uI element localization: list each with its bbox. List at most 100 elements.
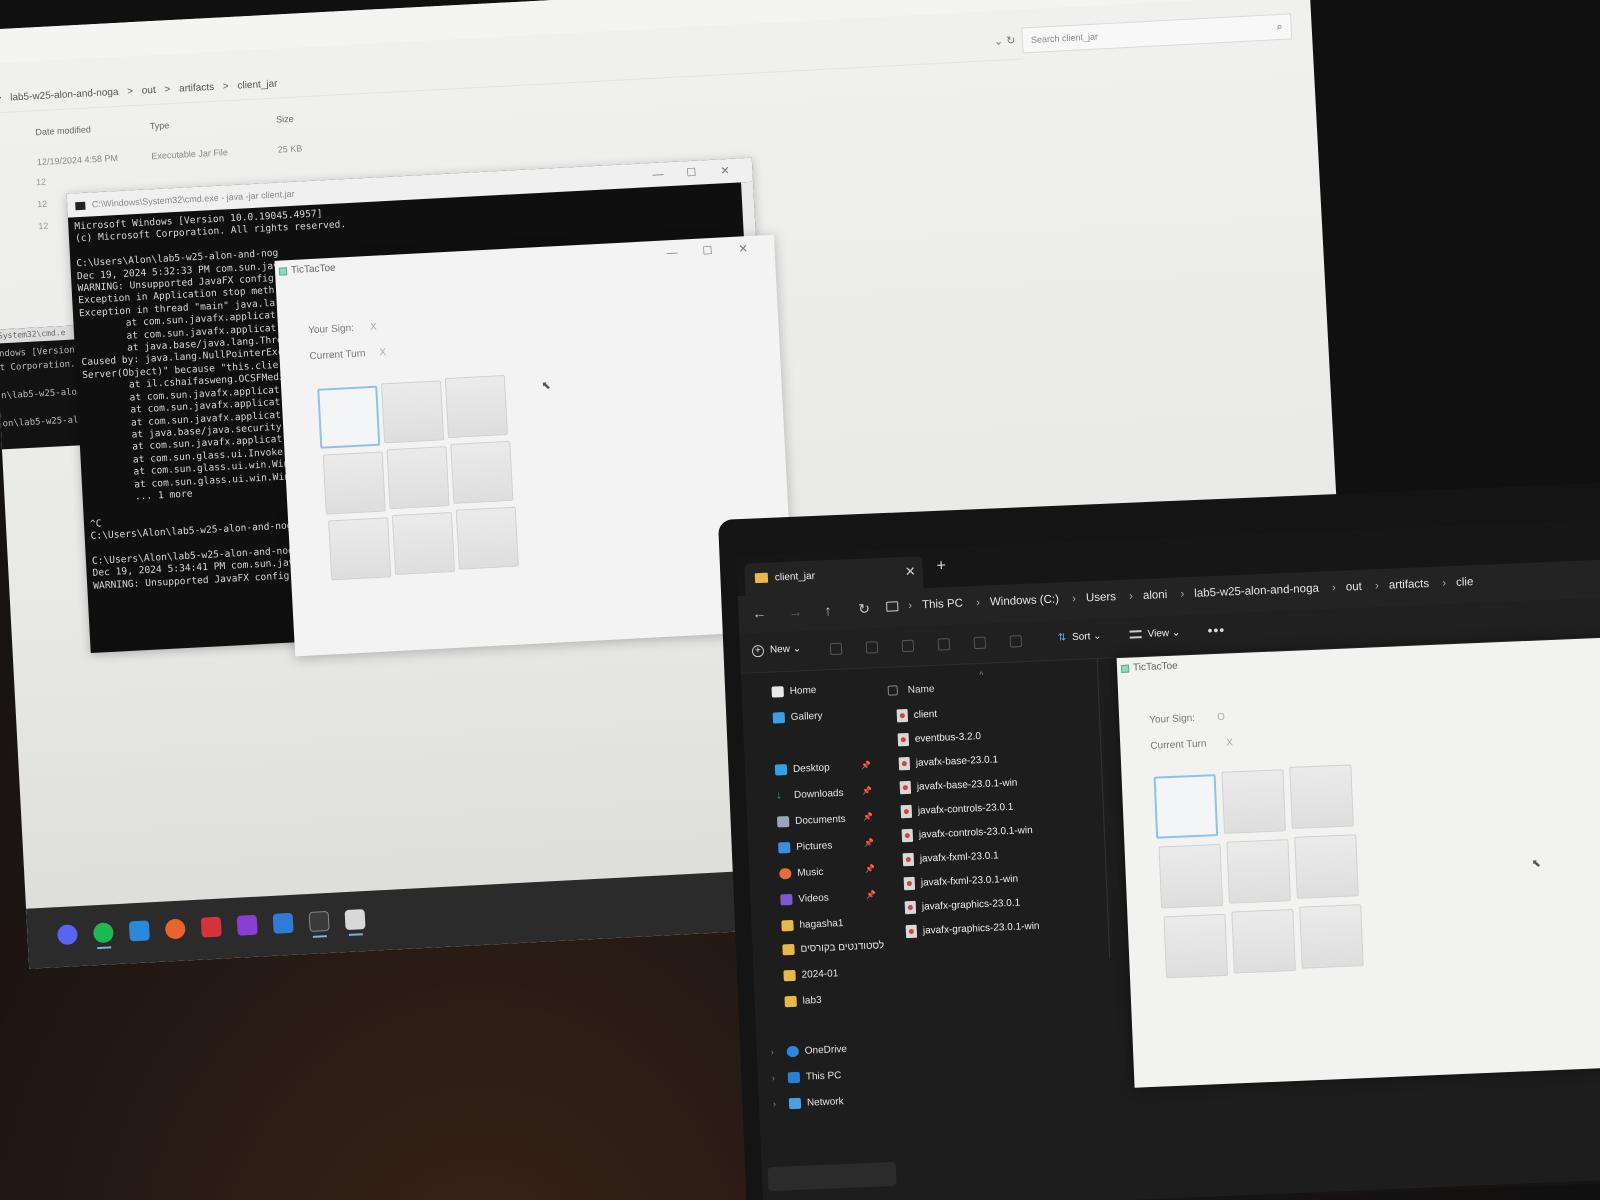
pin-icon[interactable]: 📌 — [861, 761, 871, 770]
board-cell[interactable] — [1289, 764, 1354, 829]
forward-icon[interactable]: → — [788, 603, 803, 620]
breadcrumb-item[interactable]: This PC — [922, 598, 963, 612]
breadcrumb-item[interactable]: Windows (C:) — [990, 594, 1059, 609]
column-type[interactable]: Type — [150, 115, 274, 131]
column-name-header[interactable]: Name — [887, 684, 935, 697]
expand-chevron-icon[interactable]: › — [773, 1099, 776, 1109]
file-row[interactable]: client — [896, 708, 938, 723]
spotify-icon[interactable] — [92, 922, 114, 944]
file-row[interactable]: javafx-graphics-23.0.1 — [904, 896, 1021, 915]
back-icon[interactable]: ← — [752, 605, 767, 622]
sidebar-item-gallery[interactable]: Gallery — [772, 711, 823, 724]
more-options-button[interactable]: ••• — [1207, 622, 1225, 639]
board-cell[interactable] — [1163, 913, 1229, 979]
maximize-button[interactable]: ☐ — [686, 161, 697, 185]
vscode-icon[interactable] — [128, 920, 150, 942]
sidebar-item-pictures[interactable]: Pictures — [778, 840, 833, 854]
java-app-icon[interactable] — [344, 909, 366, 931]
pin-icon[interactable]: 📌 — [864, 838, 874, 847]
sidebar-item-home[interactable]: Home — [771, 685, 817, 698]
close-tab-button[interactable]: ✕ — [904, 563, 916, 579]
sidebar-item-network[interactable]: Network — [788, 1096, 844, 1110]
board-cell[interactable] — [1158, 843, 1224, 909]
sidebar-item-documents[interactable]: Documents — [776, 814, 846, 828]
close-button[interactable]: ✕ — [738, 238, 748, 260]
expand-chevron-icon[interactable]: › — [772, 1073, 775, 1083]
board-cell[interactable] — [317, 385, 381, 449]
file-row[interactable]: javafx-controls-23.0.1-win — [901, 824, 1033, 843]
sidebar-item-downloads[interactable]: ↓ Downloads — [776, 788, 844, 802]
board-cell[interactable] — [1231, 908, 1296, 974]
pin-icon[interactable]: 📌 — [862, 787, 872, 796]
rename-icon[interactable] — [937, 638, 951, 651]
close-button[interactable]: ✕ — [720, 159, 730, 183]
new-tab-button[interactable]: + — [936, 557, 946, 575]
board-cell[interactable] — [328, 517, 392, 581]
sidebar-item-music[interactable]: Music — [779, 867, 824, 880]
minimize-button[interactable]: — — [666, 242, 678, 265]
pin-icon[interactable]: 📌 — [866, 890, 876, 899]
breadcrumb-item[interactable]: clie — [1456, 576, 1474, 589]
breadcrumb-item[interactable]: out — [1346, 581, 1362, 594]
cut-icon[interactable] — [829, 642, 843, 656]
breadcrumb-item[interactable]: aloni — [1143, 589, 1168, 602]
pin-icon[interactable]: 📌 — [863, 812, 873, 821]
sidebar-item-videos[interactable]: Videos — [780, 892, 829, 906]
sidebar-item-folder[interactable]: lab3 — [784, 995, 822, 1008]
sidebar-item-onedrive[interactable]: OneDrive — [786, 1044, 847, 1058]
board-cell[interactable] — [381, 380, 445, 444]
minimize-button[interactable]: — — [652, 162, 664, 187]
board-cell[interactable] — [1299, 904, 1364, 969]
board-cell[interactable] — [455, 506, 519, 570]
tictactoe-window[interactable]: TicTacToe Your Sign: O Current Turn X ⬉ — [1116, 636, 1600, 1088]
select-all-checkbox[interactable] — [887, 685, 898, 697]
onenote-icon[interactable] — [236, 914, 258, 936]
app-red-icon[interactable] — [200, 916, 222, 938]
board-cell[interactable] — [391, 511, 456, 576]
board-cell[interactable] — [386, 446, 450, 510]
breadcrumb-item[interactable]: client_jar — [237, 79, 278, 92]
board-cell[interactable] — [1153, 774, 1219, 839]
up-icon[interactable]: ↑ — [824, 602, 832, 618]
sort-button[interactable]: ⇅ Sort ⌄ — [1057, 631, 1101, 644]
share-icon[interactable] — [973, 636, 987, 650]
board-cell[interactable] — [322, 451, 386, 515]
expand-chevron-icon[interactable]: › — [771, 1047, 774, 1057]
board-cell[interactable] — [444, 375, 508, 439]
view-button[interactable]: View ⌄ — [1129, 627, 1181, 640]
breadcrumb-item[interactable]: out — [142, 85, 156, 97]
cmd-window-background[interactable]: System32\cmd.e ndows [Version t Corporat… — [0, 325, 82, 450]
board-cell[interactable] — [450, 440, 514, 504]
column-size[interactable]: Size — [276, 114, 294, 125]
breadcrumb-item[interactable]: artifacts — [1389, 578, 1430, 592]
file-row[interactable]: eventbus-3.2.0 — [897, 730, 982, 747]
refresh-icon[interactable]: ↻ — [858, 600, 870, 617]
copy-icon[interactable] — [865, 641, 879, 654]
file-row[interactable]: javafx-graphics-23.0.1-win — [905, 920, 1040, 939]
sidebar-item-desktop[interactable]: Desktop — [774, 762, 830, 776]
breadcrumb-item[interactable]: artifacts — [179, 82, 215, 95]
pin-icon[interactable]: 📌 — [865, 864, 875, 873]
board-cell[interactable] — [1221, 769, 1287, 834]
new-button[interactable]: + New ⌄ — [751, 643, 802, 658]
file-row[interactable]: javafx-fxml-23.0.1 — [902, 849, 999, 867]
discord-icon[interactable] — [56, 924, 78, 946]
board-cell[interactable] — [1294, 834, 1359, 899]
sidebar-item-folder[interactable]: 2024-01 — [783, 968, 839, 982]
tictactoe-window[interactable]: TicTacToe — ☐ ✕ Your Sign: X Current Tur… — [274, 234, 795, 657]
sidebar-item-this-pc[interactable]: This PC — [787, 1070, 842, 1084]
column-date-modified[interactable]: Date modified — [35, 121, 147, 137]
sidebar-item-folder[interactable]: לסטודנטים בקורסים — [782, 940, 884, 956]
firefox-icon[interactable] — [164, 918, 186, 940]
paste-icon[interactable] — [901, 639, 915, 653]
file-row[interactable]: javafx-controls-23.0.1 — [900, 801, 1014, 819]
search-input[interactable]: Search client_jar ⌕ — [1021, 13, 1293, 54]
delete-icon[interactable] — [1009, 635, 1023, 648]
breadcrumb-item[interactable]: lab5-w25-alon-and-noga — [1194, 583, 1319, 600]
breadcrumb-item[interactable]: Users — [1086, 591, 1117, 604]
intellij-icon[interactable] — [272, 912, 294, 934]
table-row[interactable]: 12/19/2024 4:58 PM Executable Jar File 2… — [37, 143, 303, 167]
maximize-button[interactable]: ☐ — [702, 240, 713, 262]
file-row[interactable]: javafx-base-23.0.1-win — [899, 776, 1018, 795]
file-row[interactable]: javafx-fxml-23.0.1-win — [903, 872, 1019, 891]
